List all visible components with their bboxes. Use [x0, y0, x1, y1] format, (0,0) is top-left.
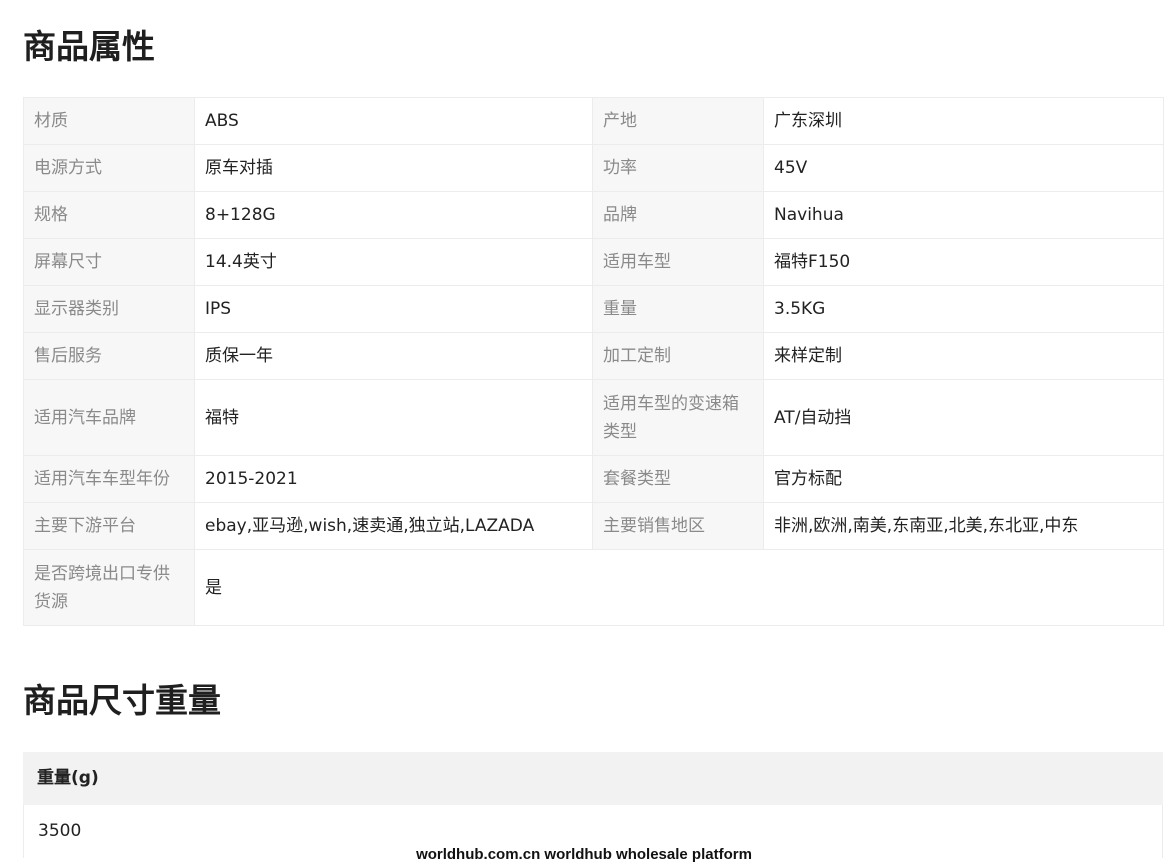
- table-row: 材质 ABS 产地 广东深圳: [23, 97, 1164, 145]
- attribute-value: ABS: [194, 97, 593, 145]
- watermark: worldhub.com.cn worldhub wholesale platf…: [416, 846, 752, 863]
- attribute-name: 显示器类别: [23, 285, 195, 333]
- attribute-name: 适用车型的变速箱类型: [592, 379, 764, 456]
- attribute-value: 14.4英寸: [194, 238, 593, 286]
- attribute-name: 适用汽车品牌: [23, 379, 195, 456]
- attribute-name: 电源方式: [23, 144, 195, 192]
- attribute-value: 原车对插: [194, 144, 593, 192]
- attribute-name: 功率: [592, 144, 764, 192]
- table-row: 售后服务 质保一年 加工定制 来样定制: [23, 332, 1164, 380]
- attribute-value: Navihua: [763, 191, 1164, 239]
- table-row: 显示器类别 IPS 重量 3.5KG: [23, 285, 1164, 333]
- attribute-value: 非洲,欧洲,南美,东南亚,北美,东北亚,中东: [763, 502, 1164, 550]
- attribute-name: 套餐类型: [592, 455, 764, 503]
- attribute-name: 材质: [23, 97, 195, 145]
- attribute-name: 适用车型: [592, 238, 764, 286]
- product-attributes-table: 材质 ABS 产地 广东深圳 电源方式 原车对插 功率 45V 规格 8+128…: [23, 97, 1164, 626]
- table-row: 电源方式 原车对插 功率 45V: [23, 144, 1164, 192]
- attribute-value: 广东深圳: [763, 97, 1164, 145]
- weight-column-header: 重量(g): [23, 752, 1163, 805]
- attribute-value: 质保一年: [194, 332, 593, 380]
- attribute-name: 主要下游平台: [23, 502, 195, 550]
- table-row: 适用汽车车型年份 2015-2021 套餐类型 官方标配: [23, 455, 1164, 503]
- attribute-name: 加工定制: [592, 332, 764, 380]
- attribute-name: 品牌: [592, 191, 764, 239]
- table-row: 规格 8+128G 品牌 Navihua: [23, 191, 1164, 239]
- product-dimensions-title: 商品尺寸重量: [23, 681, 221, 720]
- attribute-value: 福特: [194, 379, 593, 456]
- table-row: 主要下游平台 ebay,亚马逊,wish,速卖通,独立站,LAZADA 主要销售…: [23, 502, 1164, 550]
- product-attributes-title: 商品属性: [23, 27, 155, 66]
- attribute-value: 2015-2021: [194, 455, 593, 503]
- attribute-value: 45V: [763, 144, 1164, 192]
- attribute-value: 官方标配: [763, 455, 1164, 503]
- table-row: 是否跨境出口专供货源 是: [23, 549, 1164, 626]
- attribute-name: 规格: [23, 191, 195, 239]
- table-row: 适用汽车品牌 福特 适用车型的变速箱类型 AT/自动挡: [23, 379, 1164, 456]
- attribute-value: ebay,亚马逊,wish,速卖通,独立站,LAZADA: [194, 502, 593, 550]
- attribute-value: 来样定制: [763, 332, 1164, 380]
- attribute-name: 主要销售地区: [592, 502, 764, 550]
- attribute-name: 屏幕尺寸: [23, 238, 195, 286]
- attribute-value: 福特F150: [763, 238, 1164, 286]
- table-row: 屏幕尺寸 14.4英寸 适用车型 福特F150: [23, 238, 1164, 286]
- attribute-name: 重量: [592, 285, 764, 333]
- attribute-name: 售后服务: [23, 332, 195, 380]
- attribute-value: 是: [194, 549, 1164, 626]
- attribute-value: 8+128G: [194, 191, 593, 239]
- attribute-value: IPS: [194, 285, 593, 333]
- attribute-name: 产地: [592, 97, 764, 145]
- attribute-value: 3.5KG: [763, 285, 1164, 333]
- attribute-name: 是否跨境出口专供货源: [23, 549, 195, 626]
- product-dimensions-table: 重量(g) 3500: [23, 752, 1163, 858]
- attribute-value: AT/自动挡: [763, 379, 1164, 456]
- attribute-name: 适用汽车车型年份: [23, 455, 195, 503]
